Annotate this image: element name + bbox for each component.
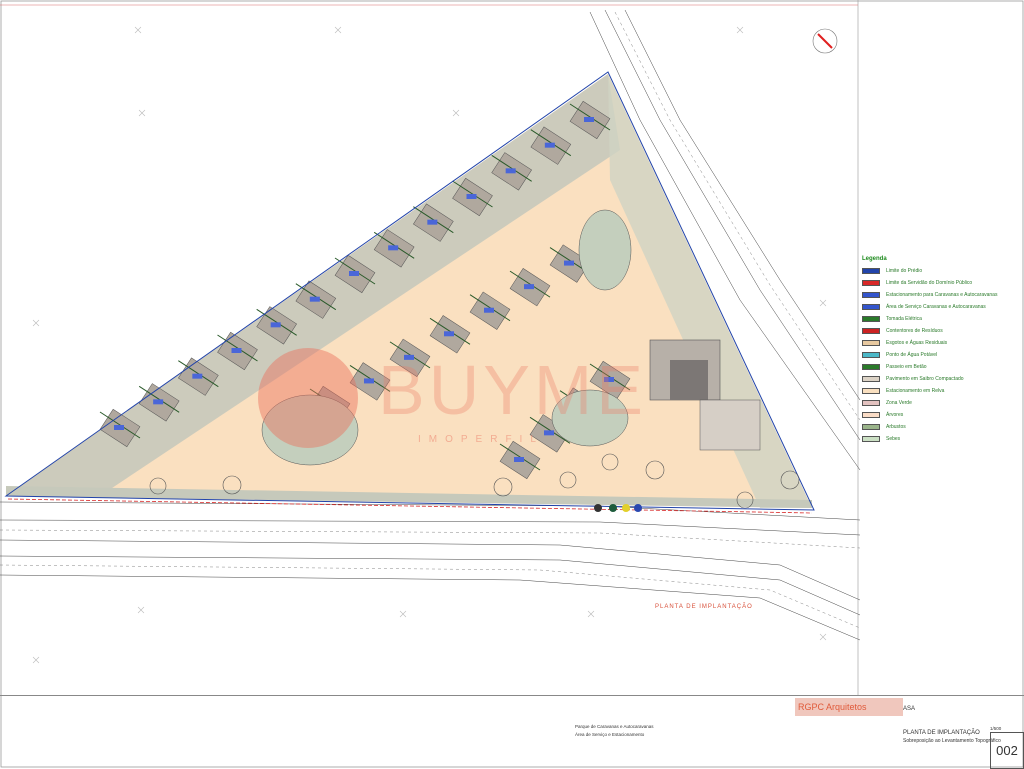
legend-swatch	[862, 388, 880, 394]
legend-item-label: Tomada Elétrica	[886, 316, 922, 322]
legend-item-label: Sebes	[886, 436, 901, 442]
legend-title: Legenda	[862, 256, 887, 262]
lot-marker	[514, 457, 524, 462]
legend-swatch	[862, 304, 880, 310]
legend-swatch	[862, 340, 880, 346]
legend-item: Sebes	[862, 436, 1022, 442]
drawing-title: PLANTA DE IMPLANTAÇÃO	[903, 730, 980, 736]
legend-swatch	[862, 292, 880, 298]
drawing-subtitle: Sobreposição ao Levantamento Topográfico	[903, 738, 1001, 744]
lot-marker	[427, 219, 438, 225]
firm-name: RGPC Arquitetos	[795, 698, 903, 716]
legend-item-label: Área de Serviço Caravanas e Autocaravana…	[886, 304, 986, 310]
lot-marker	[364, 378, 374, 384]
legend-swatch	[862, 412, 880, 418]
north-arrow-icon	[812, 28, 838, 54]
legend-item: Zona Verde	[862, 400, 1022, 406]
legend-item-label: Zona Verde	[886, 400, 912, 406]
lot-marker	[153, 399, 164, 405]
legend-swatch	[862, 268, 880, 274]
project-line-1: Parque de Caravanas e Autocaravanas	[575, 724, 654, 729]
legend-item: Estacionamento em Relva	[862, 388, 1022, 394]
legend-item-label: Limite da Servidão do Domínio Público	[886, 280, 973, 286]
legend: Legenda Limite do Prédio Limite da Servid…	[862, 256, 1022, 448]
title-block: RGPC Arquitetos Parque de Caravanas e Au…	[0, 695, 1024, 769]
legend-item: Árvores	[862, 412, 1022, 418]
lot-marker	[192, 373, 203, 379]
legend-item-label: Estacionamento em Relva	[886, 388, 945, 394]
legend-swatch	[862, 376, 880, 382]
legend-item: Passeio em Betão	[862, 364, 1022, 370]
project-line-2: Área de Serviço e Estacionamento	[575, 732, 645, 737]
lot-marker	[544, 142, 555, 148]
legend-swatch	[862, 280, 880, 286]
legend-swatch	[862, 352, 880, 358]
lot-marker	[505, 168, 516, 174]
legend-swatch	[862, 400, 880, 406]
lot-marker	[114, 425, 124, 430]
legend-item-label: Pavimento em Saibro Compactado	[886, 376, 964, 382]
lot-marker	[231, 348, 242, 353]
legend-swatch	[862, 424, 880, 430]
drawing-code: ASA	[903, 706, 916, 712]
legend-item: Tomada Elétrica	[862, 316, 1022, 322]
legend-swatch	[862, 328, 880, 334]
legend-item-label: Árvores	[886, 412, 904, 418]
lot-marker	[524, 284, 534, 290]
lot-marker	[349, 271, 359, 276]
lot-marker	[270, 322, 281, 328]
plan-label: PLANTA DE IMPLANTAÇÃO	[655, 604, 753, 610]
legend-item: Estacionamento para Caravanas e Autocara…	[862, 292, 1022, 298]
lot-marker	[466, 194, 477, 199]
legend-item: Arbustos	[862, 424, 1022, 430]
lot-marker	[404, 354, 414, 360]
legend-item-label: Passeio em Betão	[886, 364, 927, 370]
legend-item: Contentores de Resíduos	[862, 328, 1022, 334]
lot-marker	[444, 331, 454, 337]
legend-item-label: Ponto de Água Potável	[886, 352, 938, 358]
lot-marker	[564, 260, 574, 266]
legend-item: Limite da Servidão do Domínio Público	[862, 280, 1022, 286]
legend-item-label: Esgotos e Águas Residuais	[886, 340, 948, 346]
legend-item: Limite do Prédio	[862, 268, 1022, 274]
legend-item: Pavimento em Saibro Compactado	[862, 376, 1022, 382]
legend-item: Área de Serviço Caravanas e Autocaravana…	[862, 304, 1022, 310]
legend-item-label: Contentores de Resíduos	[886, 328, 943, 334]
lot-marker	[604, 377, 614, 382]
sheet-number: 002	[990, 732, 1024, 769]
legend-item-label: Estacionamento para Caravanas e Autocara…	[886, 292, 998, 298]
legend-item-label: Limite do Prédio	[886, 268, 923, 274]
legend-swatch	[862, 364, 880, 370]
legend-swatch	[862, 436, 880, 442]
lot-marker	[484, 307, 494, 313]
lot-marker	[309, 296, 320, 302]
legend-item-label: Arbustos	[886, 424, 906, 430]
lot-marker	[584, 117, 594, 122]
legend-item: Ponto de Água Potável	[862, 352, 1022, 358]
legend-item: Esgotos e Águas Residuais	[862, 340, 1022, 346]
legend-swatch	[862, 316, 880, 322]
lot-marker	[388, 245, 399, 251]
lot-marker	[544, 430, 554, 436]
